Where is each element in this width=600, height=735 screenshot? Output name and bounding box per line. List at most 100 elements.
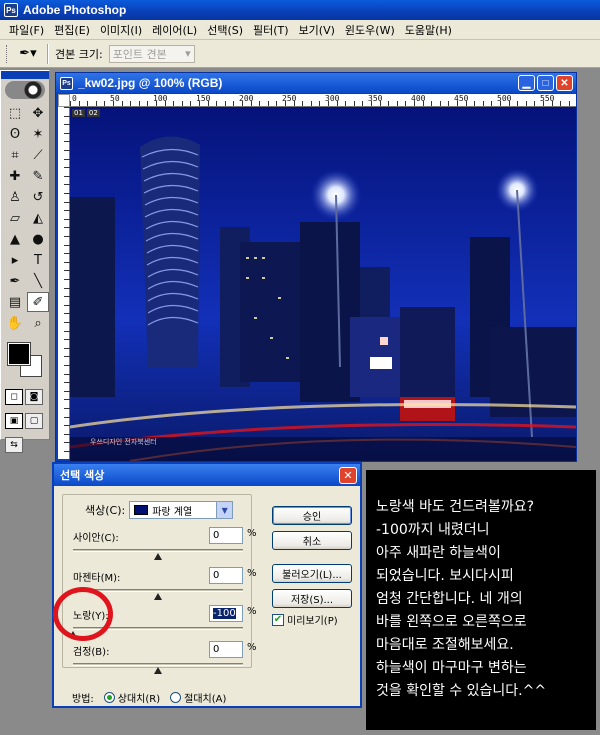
type-tool-icon[interactable]: T [27,250,49,270]
minimize-icon[interactable]: ▁ [518,75,535,91]
radio-selected-icon [103,692,115,703]
menu-window[interactable]: 윈도우(W) [340,22,400,38]
cancel-button[interactable]: 취소 [272,531,352,550]
jump-to-imageready-icon[interactable]: ⇆ [5,437,23,453]
cyan-value-input[interactable]: 0 [209,527,243,544]
magenta-label: 마젠타(M): [73,573,121,584]
eyedropper-icon[interactable]: ✒▾ [15,44,41,64]
magic-wand-tool-icon[interactable]: ✶ [27,124,49,144]
path-select-tool-icon[interactable]: ▸ [4,250,26,270]
relative-radio[interactable]: 상대치(R) [103,690,160,705]
photoshop-eye-icon [5,81,45,99]
move-tool-icon[interactable]: ✥ [27,103,49,123]
quick-mask-mode-icon[interactable]: ◙ [25,389,43,405]
close-icon[interactable]: ✕ [556,75,573,91]
ruler-mark [138,101,140,106]
horizontal-ruler[interactable]: 0 50 100 150 200 250 300 350 400 450 500… [70,94,576,107]
menu-view[interactable]: 보기(V) [294,22,340,38]
note-line: 노랑색 바도 건드려볼까요? [376,499,535,515]
checkmark-icon: ✔ [272,613,284,626]
save-button[interactable]: 저장(S)... [272,589,352,608]
notes-tool-icon[interactable]: ▤ [4,292,26,312]
vertical-ruler[interactable] [58,107,70,459]
foreground-color-swatch[interactable] [7,342,31,366]
radio-unselected-icon [170,692,182,703]
eraser-tool-icon[interactable]: ▱ [4,208,26,228]
document-icon: Ps [60,76,73,90]
options-bar-grip[interactable] [6,44,9,63]
frame-tag: 02 [86,109,100,117]
slider-track[interactable] [73,549,243,552]
toolbox-header[interactable] [1,71,49,79]
slider-thumb[interactable] [154,593,162,600]
zoom-tool-icon[interactable]: ⌕ [27,313,49,333]
ok-button[interactable]: 승인 [272,506,352,525]
full-screen-menu-icon[interactable]: ▢ [25,413,43,429]
ruler-mark [491,101,493,106]
crop-tool-icon[interactable]: ⌗ [4,145,26,165]
ruler-mark [181,101,183,106]
ruler-mark [276,101,278,106]
preview-checkbox[interactable]: ✔ 미리보기(P) [272,612,338,627]
menu-help[interactable]: 도움말(H) [400,22,457,38]
document-title-bar[interactable]: Ps _kw02.jpg @ 100% (RGB) ▁ □ ✕ [56,73,576,93]
dodge-tool-icon[interactable]: ● [27,229,49,249]
lasso-tool-icon[interactable]: ʘ [4,124,26,144]
percent-label: % [247,642,257,653]
pen-tool-icon[interactable]: ✒ [4,271,26,291]
percent-label: % [247,528,257,539]
blues-swatch [134,505,149,515]
history-brush-tool-icon[interactable]: ↺ [27,187,49,207]
magenta-value-input[interactable]: 0 [209,567,243,584]
ruler-mark [362,101,364,106]
maximize-icon[interactable]: □ [537,75,554,91]
slice-tool-icon[interactable]: ⟋ [27,145,49,165]
ruler-mark [422,101,424,106]
slider-thumb[interactable] [154,667,162,674]
slider-track[interactable] [73,663,243,666]
screen-mode-buttons: ▣ ▢ [1,409,49,433]
menu-edit[interactable]: 편집(E) [49,22,95,38]
ruler-mark [439,101,441,106]
menu-select[interactable]: 선택(S) [202,22,248,38]
ruler-mark [388,101,390,106]
window-controls: ▁ □ ✕ [518,75,576,91]
image-canvas[interactable]: 01 02 우쓰디자인 전자북센터 [70,107,576,461]
absolute-label: 절대치(A) [184,694,227,705]
toolbox-logo[interactable] [1,79,49,101]
sample-size-select[interactable]: 포인트 견본 ▾ [108,44,195,63]
dialog-close-icon[interactable]: ✕ [339,466,357,484]
line-tool-icon[interactable]: ╲ [27,271,49,291]
note-line: 것을 확인할 수 있습니다.^^ [376,683,547,699]
yellow-value-input[interactable]: -100 [209,605,243,622]
menu-filter[interactable]: 필터(T) [248,22,294,38]
menu-layer[interactable]: 레이어(L) [147,22,202,38]
ruler-mark [328,101,329,106]
menu-image[interactable]: 이미지(I) [95,22,147,38]
brush-tool-icon[interactable]: ✎ [27,166,49,186]
absolute-radio[interactable]: 절대치(A) [170,690,226,705]
healing-brush-tool-icon[interactable]: ✚ [4,166,26,186]
dialog-title-bar[interactable]: 선택 색상 ✕ [54,464,360,486]
photoshop-logo-icon: Ps [4,3,18,17]
document-title: _kw02.jpg @ 100% (RGB) [78,76,223,90]
standard-screen-icon[interactable]: ▣ [5,413,23,429]
menu-file[interactable]: 파일(F) [4,22,49,38]
load-button[interactable]: 불러오기(L)... [272,564,352,583]
eyedropper-tool-icon[interactable]: ✐ [27,292,49,312]
clone-stamp-tool-icon[interactable]: ♙ [4,187,26,207]
sample-size-label: 견본 크기: [55,47,103,61]
black-value-input[interactable]: 0 [209,641,243,658]
standard-mode-icon[interactable]: ◻ [5,389,23,405]
chevron-down-icon: ▾ [185,47,191,60]
blur-tool-icon[interactable]: ▲ [4,229,26,249]
ruler-mark [250,101,252,106]
slider-thumb[interactable] [154,553,162,560]
ruler-mark [431,101,433,106]
ruler-origin[interactable] [58,94,70,107]
marquee-tool-icon[interactable]: ⬚ [4,103,26,123]
paint-bucket-tool-icon[interactable]: ◭ [27,208,49,228]
menu-bar: 파일(F) 편집(E) 이미지(I) 레이어(L) 선택(S) 필터(T) 보기… [0,20,600,40]
hand-tool-icon[interactable]: ✋ [4,313,26,333]
colors-select[interactable]: 파랑 계열 ▼ [129,501,234,519]
